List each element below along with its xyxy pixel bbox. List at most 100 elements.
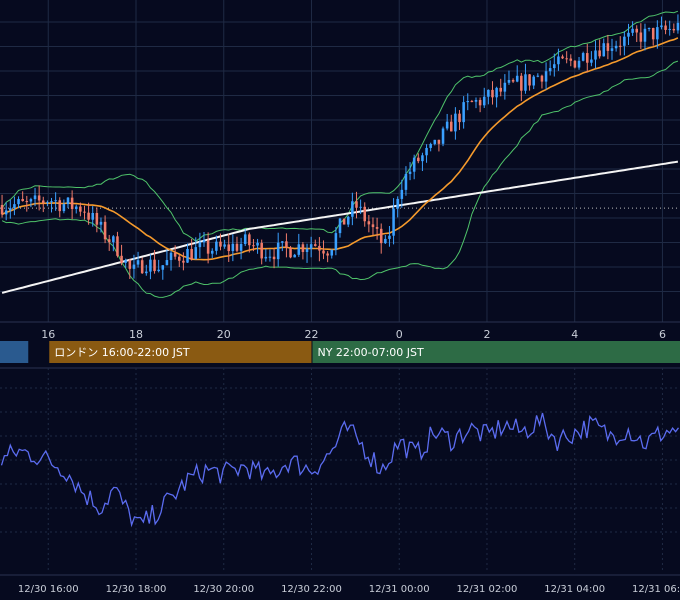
candle-body (375, 227, 379, 229)
chart-canvas: 16 18 20 22 0 2 4 6 ロンドン 16:00-22:00 JST NY 22:0… (0, 0, 680, 600)
candle-body (487, 89, 490, 97)
candle-body (326, 253, 329, 256)
candle-body (99, 221, 103, 225)
time-axis-label: 12/30 18:00 (106, 584, 167, 595)
candle-body (17, 198, 20, 205)
candle-body (606, 43, 610, 51)
candle-body (243, 234, 247, 245)
candle-body (590, 59, 593, 63)
candle-body (536, 75, 540, 77)
candle-body (0, 204, 4, 215)
candle-body (466, 101, 470, 103)
price-x-tick-label: 2 (483, 328, 490, 341)
candle-body (33, 195, 37, 200)
candle-body (610, 48, 614, 51)
candle-body (342, 218, 346, 225)
candle-body (524, 74, 527, 91)
candle-body (87, 212, 90, 220)
candle-body (544, 71, 548, 82)
candle-body (639, 32, 643, 42)
candle-body (83, 211, 86, 213)
candle-body (66, 197, 70, 205)
candle-body (507, 80, 511, 83)
candle-body (58, 200, 62, 212)
candle-body (643, 28, 647, 42)
price-x-tick-label: 22 (304, 328, 318, 341)
candle-body (235, 243, 239, 251)
candle-body (313, 244, 317, 246)
candle-body (437, 139, 441, 144)
candle-body (338, 218, 342, 234)
candle-body (647, 27, 651, 29)
candle-body (318, 245, 321, 251)
candle-body (62, 204, 66, 212)
candle-body (346, 216, 350, 225)
candle-body (239, 244, 243, 251)
time-axis-label: 12/30 22:00 (281, 584, 342, 595)
candle-body (425, 147, 428, 156)
candle-body (635, 28, 639, 33)
candle-body (594, 50, 597, 60)
session-label: ロンドン 16:00-22:00 JST (54, 346, 190, 359)
candle-body (79, 206, 82, 212)
candle-body (482, 96, 486, 106)
candle-body (412, 157, 416, 172)
candle-body (29, 199, 33, 202)
candle-body (4, 210, 8, 215)
candle-body (9, 208, 12, 211)
candle-body (548, 68, 552, 72)
candle-body (614, 45, 618, 49)
candle-body (598, 50, 601, 57)
candle-body (417, 157, 420, 162)
candle-body (400, 189, 404, 199)
candle-body (268, 256, 272, 258)
candle-body (676, 22, 680, 31)
candle-body (474, 99, 478, 102)
price-x-tick-label: 18 (129, 328, 143, 341)
candle-body (41, 200, 45, 203)
candle-body (13, 204, 16, 209)
candle-body (553, 64, 556, 69)
candle-body (206, 240, 210, 254)
candle-body (25, 201, 29, 203)
candle-body (470, 101, 474, 103)
candle-body (145, 271, 148, 274)
candle-body (210, 250, 214, 254)
candle-body (627, 32, 630, 37)
candle-body (429, 143, 432, 148)
candle-body (557, 56, 560, 65)
candle (573, 60, 577, 69)
candle-body (128, 260, 132, 269)
candle-body (54, 200, 57, 202)
candle-body (585, 53, 589, 63)
candle-body (623, 36, 626, 46)
candle-body (198, 242, 202, 248)
candle-body (276, 242, 280, 260)
candle-body (74, 206, 78, 210)
candle-body (672, 28, 676, 31)
candle-body (503, 82, 507, 92)
candle-body (21, 198, 24, 202)
candle-body (408, 171, 412, 174)
candle-body (388, 235, 391, 239)
candle-body (194, 247, 198, 260)
candle-body (602, 43, 606, 57)
candle-body (215, 241, 218, 251)
candle (581, 51, 585, 62)
candle-body (132, 264, 136, 269)
candle-body (157, 269, 160, 272)
candle-body (359, 206, 362, 208)
candle-body (462, 102, 465, 123)
candle-body (528, 74, 531, 86)
candle-body (631, 28, 634, 33)
candle-body (384, 238, 387, 244)
candle-body (651, 27, 655, 40)
candle-body (392, 208, 395, 236)
candle-body (367, 221, 371, 225)
candle-body (136, 260, 140, 265)
candle-body (293, 254, 296, 258)
price-x-tick-label: 0 (396, 328, 403, 341)
candle-body (281, 241, 284, 243)
price-x-tick-label: 16 (41, 328, 55, 341)
price-x-tick-label: 4 (571, 328, 578, 341)
